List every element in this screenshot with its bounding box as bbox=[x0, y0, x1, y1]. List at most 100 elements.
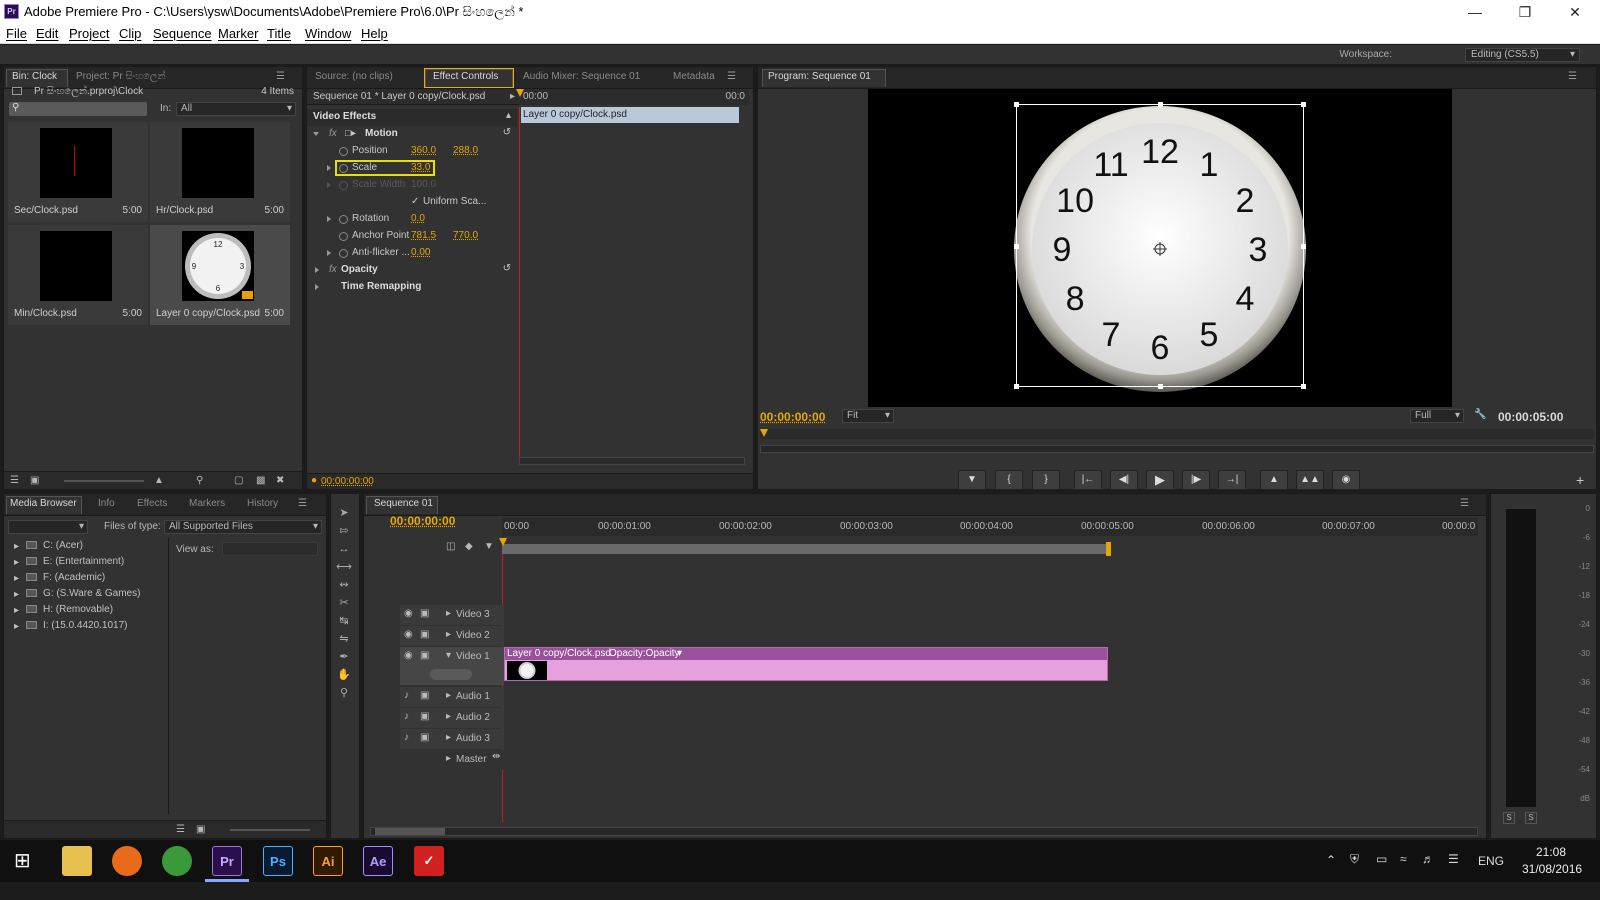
clock-date[interactable]: 31/08/2016 bbox=[1522, 862, 1582, 876]
tab-info[interactable]: Info bbox=[98, 498, 115, 509]
zoom-slider[interactable] bbox=[230, 829, 310, 831]
quality-dropdown[interactable]: Full ▾ bbox=[1410, 409, 1464, 423]
new-bin-icon[interactable]: ▢ bbox=[234, 475, 243, 486]
razor-tool-icon[interactable]: ✂ bbox=[335, 596, 353, 610]
automate-icon[interactable]: ▲ bbox=[154, 475, 164, 486]
keyframe-navigator[interactable] bbox=[430, 669, 472, 680]
drive-c[interactable]: ▸ C: (Acer) bbox=[14, 540, 83, 552]
lift-button[interactable]: ▲ bbox=[1260, 470, 1288, 490]
anchor-y-value[interactable]: 770.0 bbox=[453, 230, 478, 241]
expand-icon[interactable]: ▸ bbox=[446, 711, 451, 722]
ec-opacity-row[interactable]: fx Opacity ↺ bbox=[307, 262, 517, 279]
work-area-end-handle[interactable] bbox=[1106, 542, 1111, 556]
drive-e[interactable]: ▸ E: (Entertainment) bbox=[14, 556, 124, 568]
eye-icon[interactable]: ◉ bbox=[404, 629, 413, 640]
track-select-tool-icon[interactable]: ⇰ bbox=[335, 524, 353, 538]
track-audio-1[interactable]: ♪ ▣ ▸ Audio 1 bbox=[400, 687, 504, 707]
ripple-edit-tool-icon[interactable]: ↔ bbox=[335, 542, 353, 556]
add-marker-button[interactable]: ▼ bbox=[958, 470, 986, 490]
mark-in-button[interactable]: { bbox=[995, 470, 1023, 490]
set-marker-icon[interactable]: ◆ bbox=[465, 541, 473, 552]
snap-icon[interactable]: ◫ bbox=[446, 541, 455, 552]
view-as-dropdown[interactable] bbox=[222, 542, 318, 556]
panel-menu-icon[interactable]: ☰ bbox=[727, 71, 736, 82]
eye-icon[interactable]: ◉ bbox=[404, 608, 413, 619]
find-icon[interactable]: ⚲ bbox=[196, 475, 203, 486]
selection-tool-icon[interactable]: ➤ bbox=[335, 506, 353, 520]
anchor-x-value[interactable]: 781.5 bbox=[411, 230, 436, 241]
track-video-2[interactable]: ◉ ▣ ▸ Video 2 bbox=[400, 626, 504, 646]
position-x-value[interactable]: 360.0 bbox=[411, 145, 436, 156]
menu-file[interactable]: File bbox=[6, 26, 27, 41]
lock-icon[interactable]: ▣ bbox=[420, 732, 429, 743]
expand-icon[interactable]: ▸ bbox=[14, 621, 19, 632]
expand-icon[interactable] bbox=[315, 267, 319, 273]
go-to-out-button[interactable]: →| bbox=[1218, 470, 1246, 490]
expand-icon[interactable]: ▸ bbox=[446, 732, 451, 743]
rotation-value[interactable]: 0.0 bbox=[411, 213, 425, 224]
work-area-bar[interactable] bbox=[502, 544, 1108, 554]
position-y-value[interactable]: 288.0 bbox=[453, 145, 478, 156]
chevron-up-icon[interactable]: ▴ bbox=[506, 110, 511, 121]
stopwatch-icon[interactable] bbox=[339, 215, 348, 224]
ec-clip-bar[interactable]: Layer 0 copy/Clock.psd bbox=[521, 107, 739, 123]
track-video-3[interactable]: ◉ ▣ ▸ Video 3 bbox=[400, 605, 504, 625]
expand-icon[interactable]: ▸ bbox=[14, 557, 19, 568]
button-editor-icon[interactable]: + bbox=[1576, 472, 1584, 488]
wifi-icon[interactable]: ≈ bbox=[1400, 852, 1407, 866]
lock-icon[interactable]: ▣ bbox=[420, 608, 429, 619]
timeline-playhead-handle[interactable] bbox=[499, 538, 507, 546]
tray-chevron-icon[interactable]: ⌃ bbox=[1326, 853, 1336, 867]
tab-effect-controls[interactable]: Effect Controls bbox=[433, 71, 498, 82]
expand-icon[interactable]: ▸ bbox=[446, 629, 451, 640]
lock-icon[interactable]: ▣ bbox=[420, 690, 429, 701]
bin-item-min-clock[interactable]: Min/Clock.psd 5:00 bbox=[8, 225, 148, 325]
track-master[interactable]: ▸ Master ⇹ bbox=[400, 750, 504, 770]
premiere-taskbar-icon[interactable]: Pr bbox=[212, 846, 242, 876]
lock-icon[interactable]: ▣ bbox=[420, 650, 429, 661]
solo-right-button[interactable]: S bbox=[1525, 812, 1537, 824]
ec-time-ruler[interactable]: 00:00 00:0 bbox=[519, 89, 749, 105]
icon-view-icon[interactable]: ▣ bbox=[30, 475, 39, 486]
program-zoom-bar[interactable] bbox=[760, 445, 1594, 453]
expand-icon[interactable] bbox=[315, 284, 319, 290]
illustrator-icon[interactable]: Ai bbox=[313, 846, 343, 876]
lock-icon[interactable]: ▣ bbox=[420, 711, 429, 722]
close-button[interactable]: ✕ bbox=[1560, 3, 1590, 21]
speaker-icon[interactable]: ♪ bbox=[404, 690, 409, 701]
scale-value[interactable]: 33.0 bbox=[411, 162, 430, 173]
export-frame-button[interactable]: ◉ bbox=[1332, 470, 1360, 490]
workspace-dropdown[interactable]: Editing (CS5.5) ▾ bbox=[1465, 48, 1580, 62]
video-clip[interactable]: Layer 0 copy/Clock.psd Opacity:Opacity ▾ bbox=[504, 647, 1108, 681]
chevron-right-icon[interactable]: ▸ bbox=[510, 91, 515, 102]
panel-menu-icon[interactable]: ☰ bbox=[276, 71, 285, 82]
reset-icon[interactable]: ↺ bbox=[503, 127, 511, 138]
timeline-timecode[interactable]: 00:00:00:00 bbox=[390, 514, 455, 528]
expand-icon[interactable]: ▸ bbox=[14, 573, 19, 584]
wrench-icon[interactable]: 🔧 bbox=[1474, 409, 1486, 420]
speaker-icon[interactable]: ♪ bbox=[404, 732, 409, 743]
track-audio-3[interactable]: ♪ ▣ ▸ Audio 3 bbox=[400, 729, 504, 749]
slide-tool-icon[interactable]: ⇋ bbox=[335, 632, 353, 646]
location-dropdown[interactable]: ▾ bbox=[8, 520, 88, 534]
fit-dropdown[interactable]: Fit ▾ bbox=[842, 409, 894, 423]
zoom-tool-icon[interactable]: ⚲ bbox=[335, 686, 353, 700]
track-video-1[interactable]: ◉ ▣ ▾ Video 1 bbox=[400, 647, 504, 685]
go-to-in-button[interactable]: |← bbox=[1074, 470, 1102, 490]
pen-tool-icon[interactable]: ✒ bbox=[335, 650, 353, 664]
ec-horizontal-scrollbar[interactable] bbox=[519, 457, 745, 465]
rolling-edit-tool-icon[interactable]: ⟷ bbox=[335, 560, 353, 574]
tab-effects[interactable]: Effects bbox=[137, 498, 167, 509]
tab-markers[interactable]: Markers bbox=[189, 498, 225, 509]
expand-icon[interactable]: ▸ bbox=[14, 589, 19, 600]
stopwatch-icon[interactable] bbox=[339, 232, 348, 241]
tab-bin-clock[interactable]: Bin: Clock bbox=[12, 71, 57, 82]
step-forward-button[interactable]: |▶ bbox=[1182, 470, 1210, 490]
list-view-icon[interactable]: ☰ bbox=[10, 475, 19, 486]
rate-stretch-tool-icon[interactable]: ↭ bbox=[335, 578, 353, 592]
list-view-icon[interactable]: ☰ bbox=[176, 824, 185, 835]
panel-menu-icon[interactable]: ☰ bbox=[298, 498, 307, 509]
expand-icon[interactable]: ▸ bbox=[14, 605, 19, 616]
tab-source[interactable]: Source: (no clips) bbox=[315, 71, 393, 82]
menu-sequence[interactable]: Sequence bbox=[153, 26, 212, 41]
